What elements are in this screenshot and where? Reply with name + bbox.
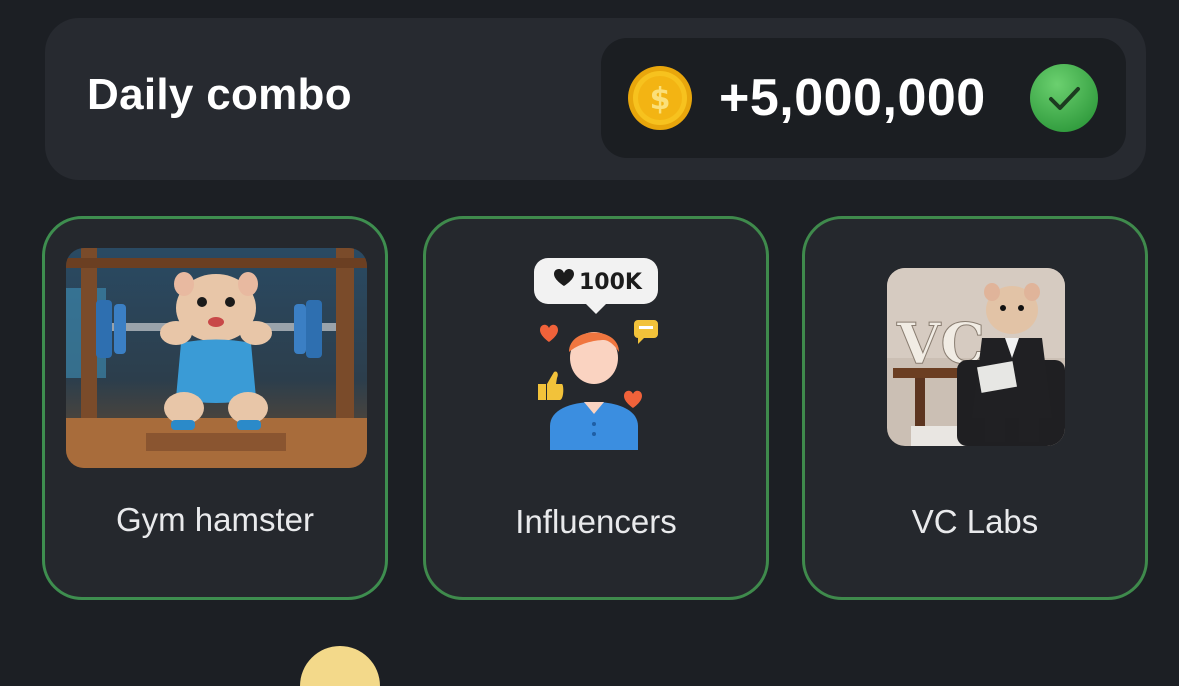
combo-card-vc-labs[interactable]: VC VC Labs [802, 216, 1148, 600]
daily-combo-header: Daily combo $ +5,000,000 [45, 18, 1146, 180]
card-label-vc-labs: VC Labs [911, 503, 1039, 540]
influencer-icon: 100K [534, 258, 658, 450]
gym-hamster-image [66, 248, 367, 468]
svg-text:$: $ [650, 82, 671, 117]
coin-icon-partial [300, 646, 380, 686]
card-label-gym-hamster: Gym hamster [115, 501, 315, 538]
combo-card-gym-hamster[interactable]: Gym hamster [42, 216, 388, 600]
vc-labs-hamster-image: VC [887, 268, 1065, 446]
coin-dollar-icon: $ [628, 66, 692, 130]
daily-combo-title: Daily combo [87, 70, 352, 119]
card-label-influencers: Influencers [515, 503, 677, 540]
reward-panel: $ +5,000,000 [601, 38, 1126, 158]
combo-card-influencers[interactable]: 100K Influencers [423, 216, 769, 600]
check-circle-icon [1030, 64, 1098, 132]
svg-text:100K: 100K [579, 270, 643, 295]
reward-amount: +5,000,000 [719, 69, 986, 127]
